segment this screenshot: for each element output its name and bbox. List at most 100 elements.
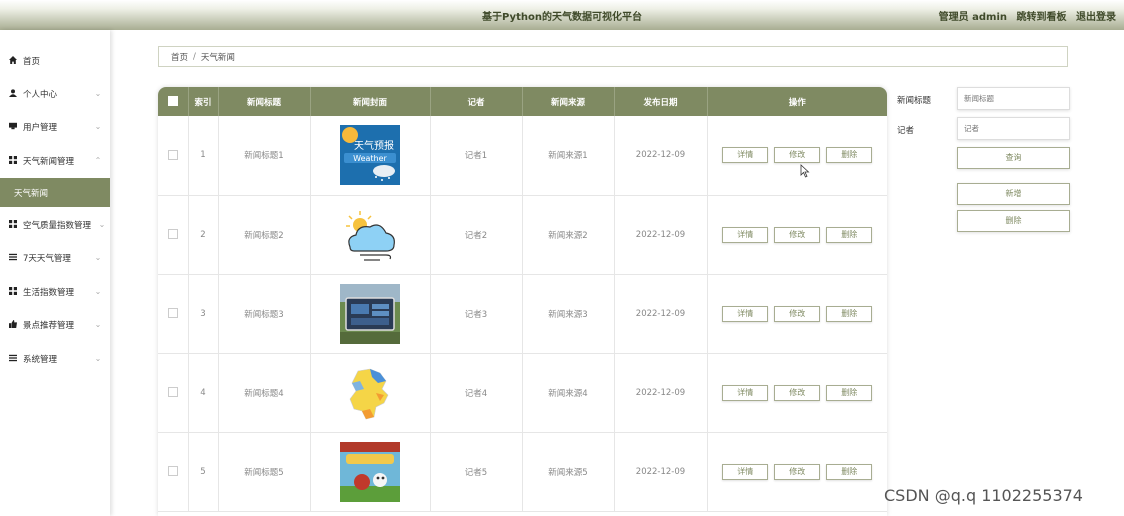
chevron-down-icon: ⌄ [98, 220, 106, 229]
sidebar-item-system[interactable]: 系统管理 ⌄ [0, 344, 110, 373]
cover-cell: 天气预报 Weather [310, 116, 431, 196]
date-cell: 2022-12-09 [614, 274, 708, 354]
list-icon [8, 253, 18, 263]
delete-button[interactable]: 删除 [826, 384, 873, 401]
cover-cell [310, 353, 431, 433]
title-search-label: 新闻标题 [897, 96, 932, 106]
row-checkbox[interactable] [167, 150, 178, 160]
mouse-cursor-icon [800, 164, 810, 178]
actions-cell: 详情 修改 删除 [707, 195, 887, 275]
sidebar-item-air-quality[interactable]: 空气质量指数管理 ⌄ [0, 210, 110, 239]
dashboard-link[interactable]: 跳转到看板 [1017, 12, 1067, 23]
actions-cell: 详情 修改 删除 [707, 353, 887, 433]
date-cell: 2022-12-09 [614, 116, 708, 196]
sidebar-item-label: 景点推荐管理 [23, 320, 75, 331]
row-select-cell [158, 195, 189, 275]
sidebar-item-label: 7天天气管理 [23, 253, 71, 264]
sidebar-item-label: 天气新闻 [14, 188, 49, 199]
title-cell: 新闻标题2 [218, 195, 311, 275]
detail-button[interactable]: 详情 [722, 226, 769, 243]
column-header: 新闻封面 [310, 87, 431, 116]
title-cell: 新闻标题1 [218, 116, 311, 196]
table-header-row: 索引 新闻标题 新闻封面 记者 新闻来源 发布日期 操作 [158, 87, 887, 116]
select-all-cell [158, 87, 189, 116]
row-checkbox[interactable] [167, 308, 178, 319]
edit-button[interactable]: 修改 [774, 226, 821, 243]
sidebar-item-profile[interactable]: 个人中心 ⌄ [0, 79, 110, 108]
weather-map-cover-image[interactable] [340, 362, 400, 423]
breadcrumb: 首页 / 天气新闻 [158, 46, 1068, 67]
index-cell: 2 [188, 195, 219, 275]
delete-button[interactable]: 删除 [826, 226, 873, 243]
delete-button[interactable]: 删除 [826, 147, 873, 164]
weather-forecast-cover-image[interactable]: 天气预报 Weather [340, 125, 400, 186]
sidebar-item-attractions[interactable]: 景点推荐管理 ⌄ [0, 310, 110, 339]
user-label: 管理员 admin [938, 12, 1008, 23]
query-button[interactable]: 查询 [957, 147, 1070, 169]
detail-button[interactable]: 详情 [722, 147, 769, 164]
sidebar-item-label: 系统管理 [23, 354, 58, 365]
date-cell: 2022-12-09 [614, 353, 708, 433]
logout-link[interactable]: 退出登录 [1076, 12, 1116, 23]
reporter-search-input[interactable] [957, 117, 1070, 140]
sidebar-item-home[interactable]: 首页 [0, 46, 110, 75]
cartoon-weather-cover-image[interactable] [340, 441, 400, 502]
delete-button[interactable]: 删除 [826, 305, 873, 322]
chevron-down-icon: ⌄ [94, 253, 102, 262]
sidebar-item-label: 首页 [23, 56, 41, 67]
thumb-up-icon [8, 319, 18, 330]
delete-button[interactable]: 删除 [826, 463, 873, 480]
row-select-cell [158, 274, 189, 354]
sidebar-item-news-manage[interactable]: 天气新闻管理 ⌃ [0, 146, 110, 175]
table-row: 1 新闻标题1 天气预报 Weather 记者1 新闻来源1 2022-12-0… [158, 116, 887, 196]
source-cell: 新闻来源4 [522, 353, 615, 433]
home-icon [8, 55, 18, 66]
edit-button[interactable]: 修改 [774, 463, 821, 480]
sidebar-item-label: 用户管理 [23, 122, 58, 133]
table-row: 2 新闻标题2 记者2 新闻来源2 2022-12-09 详情 修改 删除 [158, 195, 887, 275]
add-button[interactable]: 新增 [957, 183, 1070, 205]
chevron-down-icon: ⌄ [94, 89, 102, 98]
detail-button[interactable]: 详情 [722, 384, 769, 401]
table-row: 5 新闻标题5 记者5 新闻来源5 2022-12-09 详情 修改 删除 [158, 432, 887, 512]
sidebar-item-users[interactable]: 用户管理 ⌄ [0, 112, 110, 141]
date-cell: 2022-12-09 [614, 195, 708, 275]
select-all-checkbox[interactable] [167, 96, 178, 107]
title-cell: 新闻标题4 [218, 353, 311, 433]
grid-icon [8, 219, 18, 230]
row-checkbox[interactable] [167, 387, 178, 398]
row-checkbox[interactable] [167, 466, 178, 477]
index-cell: 1 [188, 116, 219, 196]
top-right-links: 管理员 admin 跳转到看板 退出登录 [939, 8, 1116, 23]
column-header: 新闻标题 [218, 87, 311, 116]
sidebar-item-label: 空气质量指数管理 [23, 220, 92, 231]
reporter-cell: 记者4 [430, 353, 523, 433]
reporter-cell: 记者1 [430, 116, 523, 196]
edit-button[interactable]: 修改 [774, 384, 821, 401]
cover-cell [310, 432, 431, 512]
source-cell: 新闻来源1 [522, 116, 615, 196]
sidebar-item-weather-news[interactable]: 天气新闻 [0, 178, 110, 207]
actions-cell: 详情 修改 删除 [707, 116, 887, 196]
edit-button[interactable]: 修改 [774, 305, 821, 322]
weather-station-cover-image[interactable] [340, 283, 400, 344]
csdn-watermark: CSDN @q.q 1102255374 [884, 486, 1083, 505]
detail-button[interactable]: 详情 [722, 463, 769, 480]
reporter-cell: 记者2 [430, 195, 523, 275]
sidebar-item-life-index[interactable]: 生活指数管理 ⌄ [0, 277, 110, 306]
title-search-input[interactable] [957, 87, 1070, 110]
breadcrumb-home[interactable]: 首页 [171, 51, 188, 63]
batch-delete-button[interactable]: 删除 [957, 210, 1070, 232]
title-cell: 新闻标题3 [218, 274, 311, 354]
sidebar-item-7day-weather[interactable]: 7天天气管理 ⌄ [0, 243, 110, 272]
row-checkbox[interactable] [167, 229, 178, 240]
column-header: 索引 [188, 87, 219, 116]
edit-button[interactable]: 修改 [774, 147, 821, 164]
row-select-cell [158, 432, 189, 512]
cloud-sun-cover-image[interactable] [340, 204, 400, 265]
index-cell: 3 [188, 274, 219, 354]
column-header: 记者 [430, 87, 523, 116]
id-card-icon [8, 122, 18, 132]
breadcrumb-current: 天气新闻 [200, 52, 235, 63]
detail-button[interactable]: 详情 [722, 305, 769, 322]
